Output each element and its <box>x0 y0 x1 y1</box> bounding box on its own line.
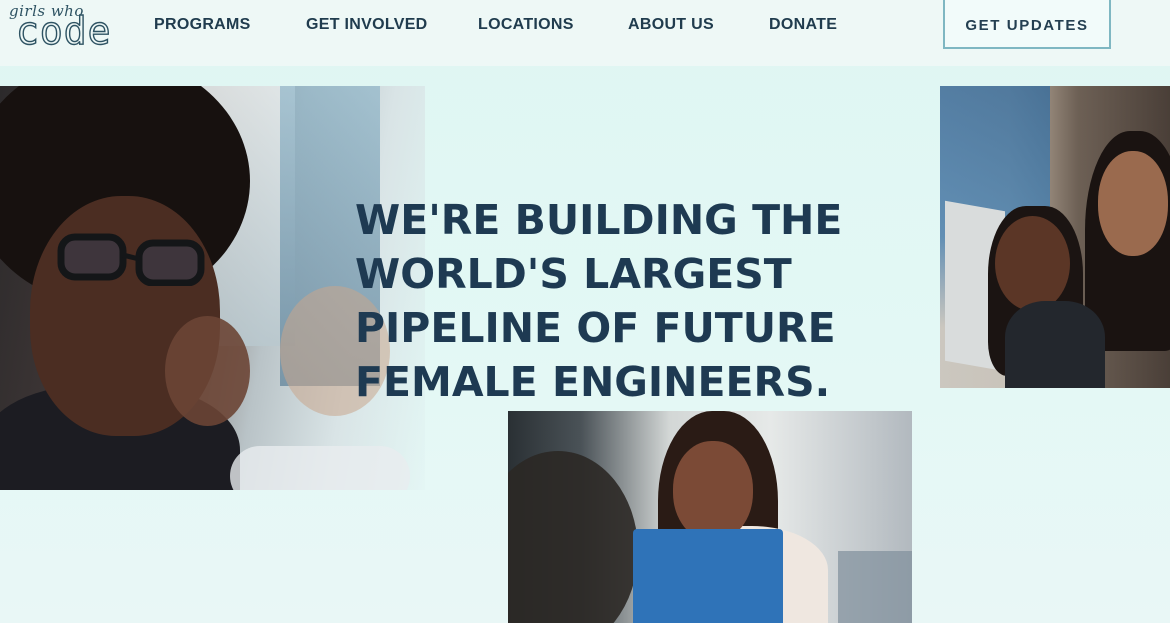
headline-line: WORLD'S LARGEST <box>355 250 792 298</box>
photo-face <box>1098 151 1168 256</box>
nav-about-us[interactable]: ABOUT US <box>628 16 714 34</box>
hero-photo-bottom <box>508 411 912 623</box>
photo-sleeve <box>230 446 410 490</box>
nav-programs[interactable]: PROGRAMS <box>154 16 251 34</box>
photo-person-friend <box>165 316 250 426</box>
site-header: girls who code PROGRAMS GET INVOLVED LOC… <box>0 0 1170 66</box>
photo-face <box>673 441 753 541</box>
page: girls who code PROGRAMS GET INVOLVED LOC… <box>0 0 1170 623</box>
girls-who-code-logo[interactable]: girls who code <box>6 2 121 53</box>
headline-line: FEMALE ENGINEERS. <box>355 358 831 406</box>
photo-laptop <box>633 529 783 623</box>
headline-line: PIPELINE OF FUTURE <box>355 304 836 352</box>
headline-line: WE'RE BUILDING THE <box>355 196 843 244</box>
hero-headline: WE'RE BUILDING THE WORLD'S LARGEST PIPEL… <box>355 193 875 409</box>
nav-locations[interactable]: LOCATIONS <box>478 16 574 34</box>
nav-get-involved[interactable]: GET INVOLVED <box>306 16 428 34</box>
hero-photo-right <box>940 86 1170 388</box>
nav-donate[interactable]: DONATE <box>769 16 837 34</box>
photo-glasses <box>57 233 205 286</box>
logo-line-2: code <box>15 9 112 53</box>
photo-face <box>995 216 1070 311</box>
photo-chair <box>838 551 912 623</box>
photo-person-blurred <box>508 451 638 623</box>
get-updates-button[interactable]: GET UPDATES <box>943 0 1111 49</box>
photo-shirt <box>1005 301 1105 388</box>
